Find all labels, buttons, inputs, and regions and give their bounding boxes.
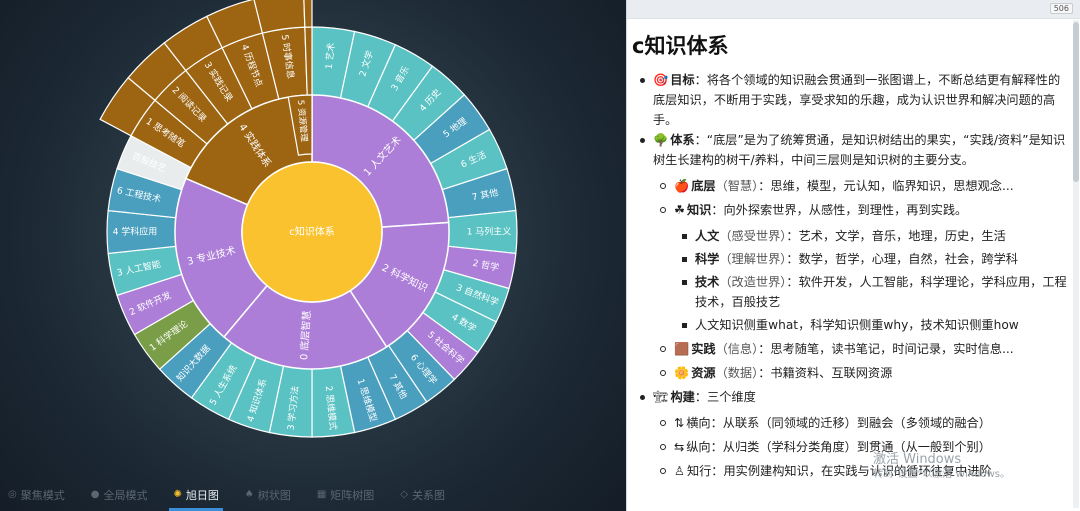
matrix-icon: ▦ [316, 489, 327, 500]
document-content: c知识体系 🎯 目标：将各个领域的知识融会贯通到一张图谱上，不断总结更有解释性的底… [632, 36, 1068, 485]
build-text: ：三个维度 [694, 390, 756, 404]
list-item-practice: 🟫 实践（信息）：思考随笔，读书笔记，时间记录，实时信息... [653, 339, 1068, 359]
tab-label: 聚焦模式 [20, 488, 65, 502]
watermark-line1: 激活 Windows [873, 452, 962, 467]
list-item-humanities: 人文（感受世界）：艺术，文学，音乐，地理，历史，生活 [674, 226, 1068, 246]
bottom-label: 底层 [691, 179, 716, 193]
list-item-goal: 🎯 目标：将各个领域的知识融会贯通到一张图谱上，不断总结更有解释性的底层知识，不断… [632, 70, 1068, 130]
windows-activation-watermark: 激活 Windows 转到"设置"以激活 Windows。 [873, 452, 1010, 482]
list-item-technology: 技术（改造世界）：软件开发，人工智能，科学理论，学科应用，工程技术，百般技艺 [674, 272, 1068, 312]
sunburst-chart: 1 艺术 2 文学3 音乐4 历史5 地理6 生活7 其他1 马列主义2 哲学3 … [99, 0, 518, 438]
knowledge-text: ：向外探索世界，从感性，到理性，再到实践。 [711, 203, 968, 217]
tab-globe[interactable]: ● 全局模式 [91, 481, 148, 509]
tab-label: 旭日图 [185, 488, 219, 502]
sun-icon: ✺ [173, 489, 182, 500]
word-count-badge: 506 [1049, 3, 1073, 14]
science-text: ：数学，哲学，心理，自然，社会，跨学科 [786, 252, 1018, 266]
list-item-system: 🌳 体系：“底层”是为了统筹贯通，是知识树结出的果实，“实践/资料”是知识树生长建… [632, 130, 1068, 383]
knowledge-label: 知识 [686, 203, 712, 217]
list-item-horizontal: ⇅ 横向：从联系（同领域的迁移）到融会（多领域的融合） [653, 413, 1068, 433]
sunburst-leaf-label: 1 马列主义 [467, 226, 512, 238]
list-item-science: 科学（理解世界）：数学，哲学，心理，自然，社会，跨学科 [674, 249, 1068, 269]
document-panel: 506 c知识体系 🎯 目标：将各个领域的知识融会贯通到一张图谱上，不断总结更有解… [626, 0, 1080, 511]
editor-top-strip: 506 [627, 0, 1080, 19]
humanities-label: 人文 [695, 229, 720, 243]
sunburst-practice-extension[interactable] [253, 0, 306, 34]
list-item-resource: 🌼 资源（数据）：书籍资料、互联网资源 [653, 363, 1068, 383]
focus-note-text: 人文知识侧重what，科学知识侧重why，技术知识侧重how [695, 318, 1019, 332]
list-item-knowledge: ☘ 知识：向外探索世界，从感性，到理性，再到实践。 人文（感受世界）：艺术，文学，… [653, 200, 1068, 335]
globe-icon: ● [90, 489, 100, 500]
target-emoji-icon: 🎯 [653, 73, 669, 87]
page-title: c知识体系 [632, 34, 729, 58]
leftright-arrows-icon: ⇆ [674, 440, 685, 454]
tab-target[interactable]: ◎ 聚焦模式 [8, 481, 65, 509]
practice-text: ：思考随笔，读书笔记，时间记录，实时信息... [758, 342, 1014, 356]
goal-text: ：将各个领域的知识融会贯通到一张图谱上，不断总结更有解释性的底层知识，不断用于实… [653, 73, 1061, 127]
technology-label: 技术 [695, 275, 720, 289]
horizontal-text: 横向：从联系（同领域的迁移）到融会（多领域的融合） [686, 416, 991, 430]
target-icon: ◎ [8, 489, 17, 500]
person-icon: ♙ [674, 464, 685, 478]
brown-square-emoji-icon: 🟫 [674, 342, 690, 356]
science-paren: （理解世界） [719, 252, 787, 266]
tab-relation[interactable]: ◇ 关系图 [400, 481, 445, 509]
tab-label: 全局模式 [103, 488, 148, 502]
view-mode-tabs: ◎ 聚焦模式 ● 全局模式 ✺ 旭日图 ♠ 树状图 ▦ 矩阵树图 ◇ 关系图 [0, 478, 626, 511]
relation-icon: ◇ [400, 489, 408, 500]
humanities-text: ：艺术，文学，音乐，地理，历史，生活 [786, 229, 1006, 243]
practice-paren: （信息） [715, 342, 759, 356]
resource-paren: （数据） [715, 366, 759, 380]
watermark-line2: 转到"设置"以激活 Windows。 [873, 469, 1011, 480]
goal-label: 目标 [670, 73, 695, 87]
tree-icon: ♠ [244, 489, 254, 500]
sunburst-leaf-label: 4 学科应用 [113, 226, 158, 238]
updown-arrows-icon: ⇅ [674, 416, 685, 430]
technology-paren: （改造世界） [719, 275, 787, 289]
bottom-paren: （智慧） [715, 179, 759, 193]
sunburst-practice-extension[interactable] [303, 0, 313, 28]
bottom-text: ：思维，模型，元认知，临界知识，思想观念... [758, 179, 1014, 193]
tab-label: 树状图 [257, 488, 291, 502]
resource-text: ：书籍资料、互联网资源 [758, 366, 893, 380]
system-label: 体系 [670, 133, 695, 147]
clover-emoji-icon: ☘ [674, 203, 685, 217]
build-label: 构建 [670, 390, 695, 404]
apple-emoji-icon: 🍎 [674, 179, 690, 193]
humanities-paren: （感受世界） [719, 229, 787, 243]
tab-label: 矩阵树图 [330, 488, 375, 502]
practice-label: 实践 [691, 342, 716, 356]
science-label: 科学 [695, 252, 720, 266]
list-item-focus-note: 人文知识侧重what，科学知识侧重why，技术知识侧重how [674, 315, 1068, 335]
tab-matrix[interactable]: ▦ 矩阵树图 [317, 481, 374, 509]
resource-label: 资源 [691, 366, 716, 380]
blossom-emoji-icon: 🌼 [674, 366, 690, 380]
system-text: ：“底层”是为了统筹贯通，是知识树结出的果实，“实践/资料”是知识树生长建构的树… [653, 133, 1066, 167]
tab-label: 关系图 [411, 488, 445, 502]
list-item-bottom: 🍎 底层（智慧）：思维，模型，元认知，临界知识，思想观念... [653, 176, 1068, 196]
tab-tree[interactable]: ♠ 树状图 [245, 481, 291, 509]
sunburst-panel: 1 艺术 2 文学 3 音乐 4 历史 5 地理 6 生活 7 其他 1 马列主义 2 哲学 3 … [0, 0, 626, 511]
sunburst-center-label: c知识体系 [289, 225, 335, 238]
scrollbar-thumb[interactable] [1073, 22, 1079, 182]
construction-emoji-icon: 🏗 [653, 390, 669, 404]
tree-emoji-icon: 🌳 [653, 133, 669, 147]
tab-sun[interactable]: ✺ 旭日图 [169, 481, 224, 511]
